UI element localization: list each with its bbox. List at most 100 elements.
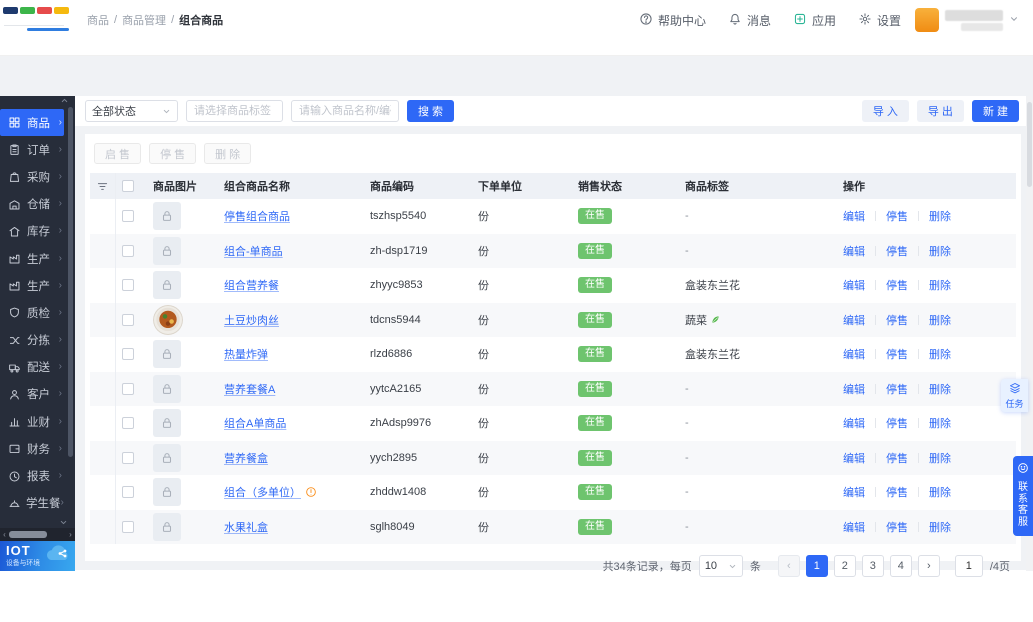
bulk-enable-sale-button[interactable]: 启 售 bbox=[94, 143, 142, 164]
select-all-checkbox[interactable] bbox=[122, 180, 134, 192]
breadcrumb-item[interactable]: 商品 bbox=[87, 12, 109, 28]
sidebar-item-生产-6[interactable]: 生产 › bbox=[0, 272, 64, 299]
page-button-4[interactable]: 4 bbox=[889, 555, 912, 577]
column-filter-icon[interactable] bbox=[90, 173, 116, 199]
row-action-delete[interactable]: 删除 bbox=[929, 415, 951, 431]
row-checkbox[interactable] bbox=[122, 210, 134, 223]
app-logo[interactable] bbox=[0, 0, 75, 40]
product-name-link[interactable]: 组合营养餐 bbox=[224, 277, 279, 293]
hscroll-left-icon[interactable]: ‹ bbox=[0, 528, 9, 541]
sidebar-item-配送-9[interactable]: 配送 › bbox=[0, 354, 64, 381]
page-jump-input[interactable] bbox=[954, 555, 983, 577]
sidebar-item-学生餐-14[interactable]: 学生餐 › bbox=[0, 490, 64, 517]
tag-filter-input[interactable] bbox=[186, 100, 283, 122]
hscroll-right-icon[interactable]: › bbox=[66, 528, 75, 541]
row-action-delete[interactable]: 删除 bbox=[929, 277, 951, 293]
sidebar-item-财务-12[interactable]: 财务 › bbox=[0, 435, 64, 462]
row-action-edit[interactable]: 编辑 bbox=[843, 243, 865, 259]
sidebar-item-分拣-8[interactable]: 分拣 › bbox=[0, 327, 64, 354]
export-button[interactable]: 导 出 bbox=[916, 100, 964, 122]
row-action-delete[interactable]: 删除 bbox=[929, 243, 951, 259]
product-name-link[interactable]: 停售组合商品 bbox=[224, 208, 290, 224]
row-checkbox[interactable] bbox=[122, 382, 134, 395]
row-checkbox[interactable] bbox=[122, 279, 134, 292]
product-name-link[interactable]: 组合A单商品 bbox=[224, 415, 286, 431]
row-action-stop-sale[interactable]: 停售 bbox=[886, 243, 908, 259]
row-action-edit[interactable]: 编辑 bbox=[843, 450, 865, 466]
row-action-delete[interactable]: 删除 bbox=[929, 484, 951, 500]
row-action-stop-sale[interactable]: 停售 bbox=[886, 277, 908, 293]
product-name-link[interactable]: 热量炸弹 bbox=[224, 346, 268, 362]
hscroll-thumb[interactable] bbox=[9, 531, 47, 538]
row-action-delete[interactable]: 删除 bbox=[929, 450, 951, 466]
row-action-stop-sale[interactable]: 停售 bbox=[886, 312, 908, 328]
bulk-delete-button[interactable]: 删 除 bbox=[204, 143, 252, 164]
search-button[interactable]: 搜 索 bbox=[407, 100, 455, 122]
topbar-action-app-grid[interactable]: 应用 bbox=[793, 12, 836, 29]
row-action-stop-sale[interactable]: 停售 bbox=[886, 346, 908, 362]
next-page-button[interactable]: › bbox=[917, 555, 940, 577]
row-action-edit[interactable]: 编辑 bbox=[843, 277, 865, 293]
topbar-action-gear[interactable]: 设置 bbox=[858, 12, 901, 29]
product-name-link[interactable]: 组合-单商品 bbox=[224, 243, 283, 259]
sidebar-item-质检-7[interactable]: 质检 › bbox=[0, 299, 64, 326]
sidebar-item-生产-5[interactable]: 生产 › bbox=[0, 245, 64, 272]
iot-banner[interactable]: IOT 设备与环境 bbox=[0, 541, 75, 571]
product-name-link[interactable]: 营养餐盒 bbox=[224, 450, 268, 466]
sidebar-horizontal-scrollbar[interactable]: ‹ › bbox=[0, 528, 75, 541]
row-checkbox[interactable] bbox=[122, 520, 134, 533]
product-name-link[interactable]: 营养套餐A bbox=[224, 381, 275, 397]
row-action-edit[interactable]: 编辑 bbox=[843, 346, 865, 362]
page-button-1[interactable]: 1 bbox=[805, 555, 828, 577]
row-action-stop-sale[interactable]: 停售 bbox=[886, 208, 908, 224]
row-checkbox[interactable] bbox=[122, 244, 134, 257]
sidebar-item-商品-0[interactable]: 商品 › bbox=[0, 109, 64, 137]
sidebar-item-业财-11[interactable]: 业财 › bbox=[0, 408, 64, 435]
sidebar-item-报表-13[interactable]: 报表 › bbox=[0, 462, 64, 489]
row-action-delete[interactable]: 删除 bbox=[929, 312, 951, 328]
sidebar-scroll-down-icon[interactable] bbox=[0, 518, 75, 528]
warning-icon[interactable] bbox=[305, 486, 317, 498]
row-action-stop-sale[interactable]: 停售 bbox=[886, 415, 908, 431]
row-checkbox[interactable] bbox=[122, 348, 134, 361]
row-action-stop-sale[interactable]: 停售 bbox=[886, 381, 908, 397]
user-menu[interactable] bbox=[915, 8, 1033, 32]
sidebar-scrollbar[interactable] bbox=[68, 107, 73, 507]
product-name-link[interactable]: 组合（多单位） bbox=[224, 484, 301, 500]
row-checkbox[interactable] bbox=[122, 417, 134, 430]
row-checkbox[interactable] bbox=[122, 451, 134, 464]
row-action-edit[interactable]: 编辑 bbox=[843, 484, 865, 500]
page-button-2[interactable]: 2 bbox=[833, 555, 856, 577]
row-action-stop-sale[interactable]: 停售 bbox=[886, 519, 908, 535]
sidebar-item-订单-1[interactable]: 订单 › bbox=[0, 136, 64, 163]
product-name-link[interactable]: 土豆炒肉丝 bbox=[224, 312, 279, 328]
sidebar-item-采购-2[interactable]: 采购 › bbox=[0, 163, 64, 190]
keyword-search-input[interactable] bbox=[291, 100, 399, 122]
customer-service-float-tab[interactable]: 联系客服 bbox=[1013, 456, 1033, 536]
row-action-delete[interactable]: 删除 bbox=[929, 208, 951, 224]
row-action-edit[interactable]: 编辑 bbox=[843, 415, 865, 431]
row-action-stop-sale[interactable]: 停售 bbox=[886, 484, 908, 500]
row-checkbox[interactable] bbox=[122, 313, 134, 326]
sidebar-item-仓储-3[interactable]: 仓储 › bbox=[0, 191, 64, 218]
row-action-edit[interactable]: 编辑 bbox=[843, 381, 865, 397]
row-action-delete[interactable]: 删除 bbox=[929, 519, 951, 535]
page-size-select[interactable]: 10 bbox=[698, 555, 743, 577]
row-action-delete[interactable]: 删除 bbox=[929, 381, 951, 397]
row-action-edit[interactable]: 编辑 bbox=[843, 312, 865, 328]
breadcrumb-item[interactable]: 商品管理 bbox=[122, 12, 166, 28]
bulk-stop-sale-button[interactable]: 停 售 bbox=[149, 143, 197, 164]
row-action-stop-sale[interactable]: 停售 bbox=[886, 450, 908, 466]
task-float-tab[interactable]: 任务 bbox=[1001, 379, 1028, 412]
page-button-3[interactable]: 3 bbox=[861, 555, 884, 577]
status-filter-select[interactable]: 全部状态 bbox=[85, 100, 178, 122]
row-action-edit[interactable]: 编辑 bbox=[843, 208, 865, 224]
row-action-edit[interactable]: 编辑 bbox=[843, 519, 865, 535]
topbar-action-bell[interactable]: 消息 bbox=[728, 12, 771, 29]
sidebar-scroll-up-icon[interactable] bbox=[0, 96, 75, 105]
row-checkbox[interactable] bbox=[122, 486, 134, 499]
import-button[interactable]: 导 入 bbox=[861, 100, 909, 122]
product-name-link[interactable]: 水果礼盒 bbox=[224, 519, 268, 535]
prev-page-button[interactable]: ‹ bbox=[777, 555, 800, 577]
topbar-action-question-circle[interactable]: 帮助中心 bbox=[639, 12, 706, 29]
